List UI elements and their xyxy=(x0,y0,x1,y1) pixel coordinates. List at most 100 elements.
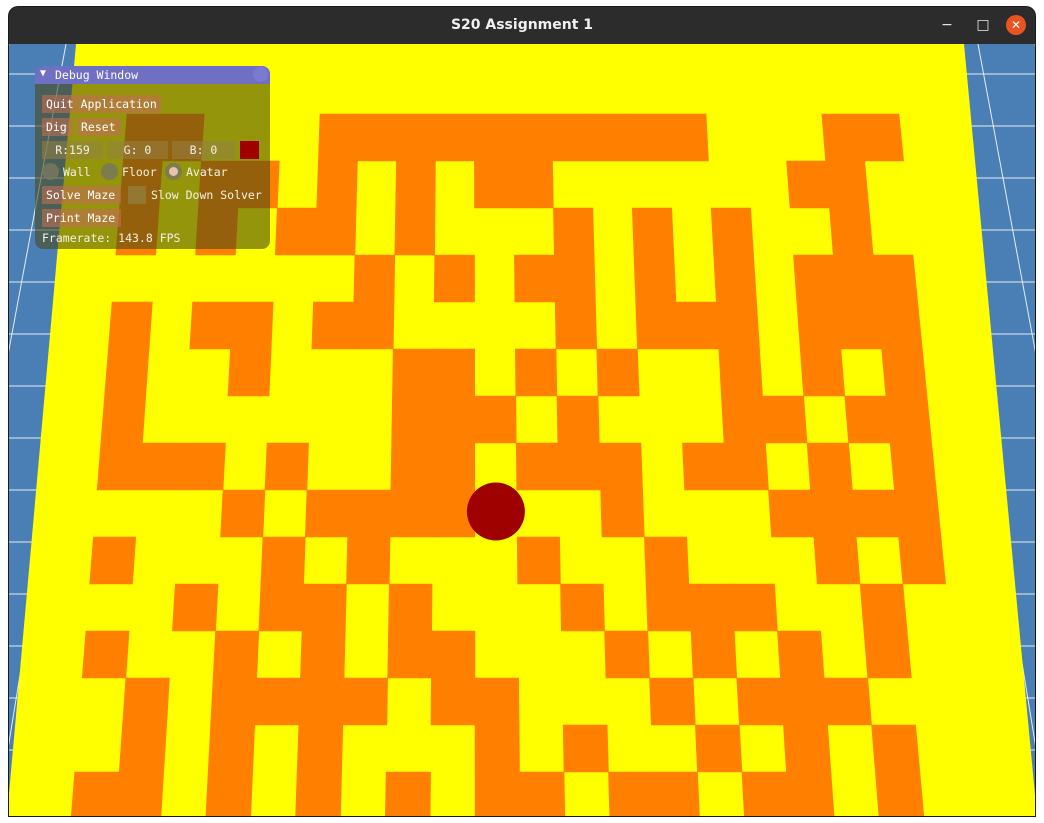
maze-wall-tile xyxy=(688,583,735,632)
close-button[interactable]: ✕ xyxy=(1006,15,1026,35)
maze-wall-tile xyxy=(825,160,870,209)
maze-wall-tile xyxy=(832,254,878,303)
maze-wall-tile xyxy=(434,254,475,303)
maze-wall-tile xyxy=(104,348,150,397)
maze-wall-tile xyxy=(894,489,942,538)
dig-button[interactable]: Dig xyxy=(42,118,73,136)
maze-wall-tile xyxy=(311,301,355,350)
maze-wall-tile xyxy=(877,301,923,350)
maze-wall-tile xyxy=(551,113,592,162)
red-input[interactable]: R:159 xyxy=(42,141,103,159)
maze-wall-tile xyxy=(872,254,918,303)
collapse-arrow-icon[interactable]: ▼ xyxy=(40,68,46,79)
maze-wall-tile xyxy=(516,536,561,585)
floor-radio[interactable] xyxy=(101,163,118,180)
maze-wall-tile xyxy=(433,348,475,397)
maze-wall-tile xyxy=(432,442,476,491)
maze-wall-tile xyxy=(474,395,517,444)
maze-wall-tile xyxy=(296,724,344,773)
color-swatch[interactable] xyxy=(240,141,259,159)
maze-wall-tile xyxy=(346,536,391,585)
maze-wall-tile xyxy=(589,113,631,162)
maze-wall-tile xyxy=(645,583,692,632)
maze-wall-tile xyxy=(633,254,677,303)
maze-wall-tile xyxy=(395,160,436,209)
maze-wall-tile xyxy=(596,348,640,397)
quit-application-button[interactable]: Quit Application xyxy=(42,95,161,113)
maze-wall-tile xyxy=(474,113,514,162)
maze-wall-tile xyxy=(675,301,720,350)
maze-wall-tile xyxy=(631,207,675,256)
print-maze-button[interactable]: Print Maze xyxy=(42,209,121,227)
avatar-radio[interactable] xyxy=(165,163,182,180)
maze-wall-tile xyxy=(304,489,350,538)
maze-wall-tile xyxy=(821,113,865,162)
maze-wall-tile xyxy=(122,677,170,726)
maze-wall-tile xyxy=(392,348,435,397)
maze-wall-tile xyxy=(389,489,434,538)
maze-wall-tile xyxy=(718,348,763,397)
maze-wall-tile xyxy=(682,442,727,491)
maze-wall-tile xyxy=(713,254,757,303)
maze-wall-tile xyxy=(859,583,908,632)
maze-wall-tile xyxy=(100,395,147,444)
maze-wall-tile xyxy=(514,254,556,303)
maze-wall-tile xyxy=(780,677,828,726)
minimize-button[interactable]: − xyxy=(937,15,957,35)
maze-wall-tile xyxy=(396,113,437,162)
green-input[interactable]: G: 0 xyxy=(107,141,168,159)
maze-wall-tile xyxy=(635,301,679,350)
maze-wall-tile xyxy=(829,207,874,256)
maze-wall-tile xyxy=(731,583,778,632)
maze-wall-tile xyxy=(557,442,601,491)
maze-wall-tile xyxy=(608,771,655,816)
maze-wall-tile xyxy=(353,254,396,303)
maze-wall-tile xyxy=(118,724,167,773)
wall-radio[interactable] xyxy=(42,163,59,180)
maze-wall-tile xyxy=(260,536,306,585)
render-viewport[interactable]: ▼ Debug Window Quit Application Dig Rese… xyxy=(9,44,1035,816)
maze-wall-tile xyxy=(512,113,553,162)
floor-radio-label: Floor xyxy=(122,165,157,179)
maze-wall-tile xyxy=(96,442,143,491)
debug-window[interactable]: ▼ Debug Window Quit Application Dig Rese… xyxy=(35,66,270,249)
maze-wall-tile xyxy=(394,207,436,256)
title-bar[interactable]: S20 Assignment 1 − □ ✕ xyxy=(9,7,1035,44)
maze-wall-tile xyxy=(230,301,274,350)
maze-wall-tile xyxy=(254,677,301,726)
debug-window-close-icon[interactable] xyxy=(253,67,268,82)
maze-wall-tile xyxy=(786,160,830,209)
solve-maze-button[interactable]: Solve Maze xyxy=(42,186,121,204)
maze-wall-tile xyxy=(652,771,700,816)
maze-wall-tile xyxy=(210,677,258,726)
maze-wall-tile xyxy=(721,395,766,444)
maze-wall-tile xyxy=(710,207,754,256)
maze-wall-tile xyxy=(264,442,309,491)
maze-wall-tile xyxy=(667,113,709,162)
maze-wall-tile xyxy=(810,489,857,538)
player-avatar xyxy=(466,482,525,541)
maze-wall-tile xyxy=(70,771,120,816)
maze-wall-tile xyxy=(515,442,559,491)
reset-button[interactable]: Reset xyxy=(77,118,121,136)
framerate-text: Framerate: 143.8 FPS xyxy=(42,231,181,245)
maximize-button[interactable]: □ xyxy=(973,15,993,35)
window-title: S20 Assignment 1 xyxy=(450,17,594,33)
maze-wall-tile xyxy=(860,113,904,162)
maze-wall-tile xyxy=(793,254,838,303)
maze-wall-tile xyxy=(357,113,398,162)
blue-input[interactable]: B: 0 xyxy=(172,141,235,159)
maze-wall-tile xyxy=(205,771,253,816)
maze-wall-tile xyxy=(560,583,605,632)
maze-wall-tile xyxy=(387,630,432,679)
maze-wall-tile xyxy=(796,301,842,350)
maze-wall-tile xyxy=(715,301,760,350)
maze-wall-tile xyxy=(823,677,872,726)
maze-wall-tile xyxy=(806,442,853,491)
slow-down-solver-checkbox[interactable] xyxy=(128,186,146,204)
debug-window-titlebar[interactable]: ▼ Debug Window xyxy=(35,66,270,84)
app-window: S20 Assignment 1 − □ ✕ ▼ Debug Window Qu… xyxy=(9,7,1035,816)
maze-wall-tile xyxy=(799,348,846,397)
maze-wall-tile xyxy=(207,724,256,773)
maze-wall-tile xyxy=(385,771,431,816)
